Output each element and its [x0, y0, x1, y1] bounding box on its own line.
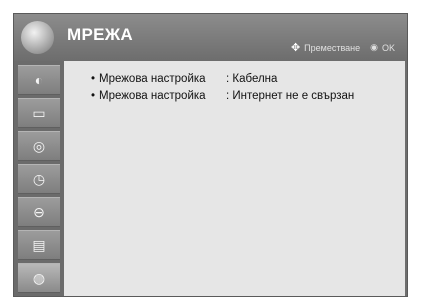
- bullet: •: [91, 90, 96, 102]
- dpad-icon: ✥: [290, 42, 301, 54]
- network-menu-window: МРЕЖА ✥ Преместване ◉ OK ◐ ▭ ◎ ◷ ⊖ ▤ ◍ •…: [13, 13, 408, 297]
- sidebar-item-network[interactable]: ◍: [18, 263, 60, 293]
- ok-button-icon: ◉: [370, 42, 378, 52]
- clock-icon: ◷: [32, 170, 46, 187]
- network-icon: ◍: [32, 269, 46, 286]
- sidebar-item-options[interactable]: ▤: [18, 230, 60, 260]
- list-item[interactable]: • Мрежова настройка : Кабелна: [91, 73, 277, 85]
- list-item[interactable]: • Мрежова настройка : Интернет не е свър…: [91, 90, 354, 102]
- move-hint-label: Преместване: [304, 42, 361, 53]
- sidebar-item-picture[interactable]: ◐: [18, 65, 60, 95]
- sidebar: ◐ ▭ ◎ ◷ ⊖ ▤ ◍: [14, 61, 64, 296]
- network-settings-panel: • Мрежова настройка : Кабелна • Мрежова …: [64, 61, 405, 296]
- sidebar-item-audio[interactable]: ◎: [18, 131, 60, 161]
- sidebar-item-screen[interactable]: ▭: [18, 98, 60, 128]
- sidebar-item-time[interactable]: ◷: [18, 164, 60, 194]
- setting-value: : Интернет не е свързан: [226, 90, 355, 102]
- image-icon: ◐: [34, 72, 44, 88]
- setting-label: Мрежова настройка: [99, 90, 206, 102]
- audio-icon: ◎: [32, 137, 46, 154]
- page-title: МРЕЖА: [67, 25, 133, 44]
- lock-icon: ⊖: [33, 203, 45, 220]
- options-icon: ▤: [32, 236, 46, 253]
- network-globe-icon: [21, 21, 54, 54]
- ok-hint-label: OK: [381, 42, 395, 53]
- setting-value: : Кабелна: [226, 73, 278, 85]
- sidebar-item-lock[interactable]: ⊖: [18, 197, 60, 227]
- setting-label: Мрежова настройка: [99, 73, 206, 85]
- menu-header: МРЕЖА ✥ Преместване ◉ OK: [14, 14, 407, 61]
- bullet: •: [91, 73, 96, 85]
- monitor-icon: ▭: [32, 104, 46, 121]
- navigation-hint: ✥ Преместване ◉ OK: [291, 41, 395, 54]
